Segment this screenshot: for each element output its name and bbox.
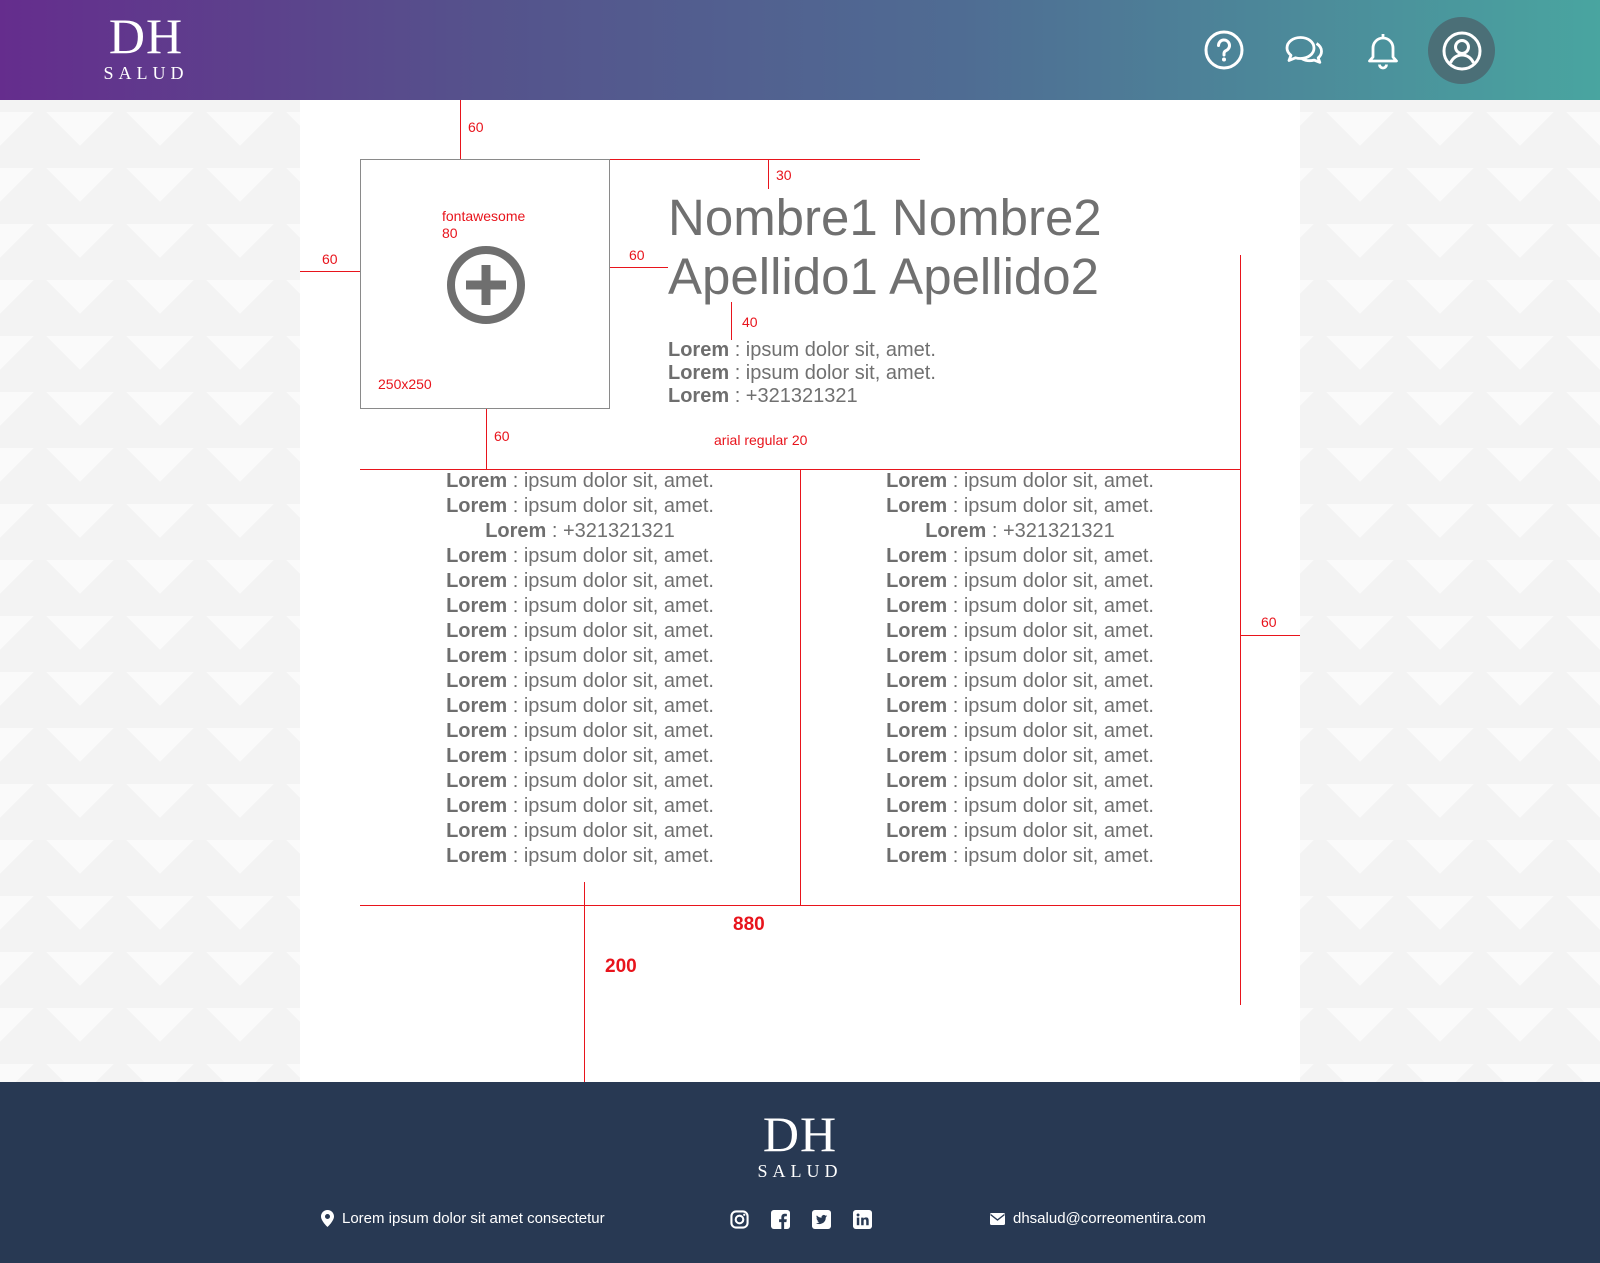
detail-item: Lorem : ipsum dolor sit, amet. [446,470,714,492]
dimension-line [610,267,668,268]
annotation-left-gap: 60 [322,251,338,267]
dimension-line [1240,255,1241,1005]
dimension-line [486,409,487,469]
photo-upload-box[interactable] [360,159,610,409]
footer-email-text[interactable]: dhsalud@correomentira.com [1013,1210,1206,1227]
detail-item: Lorem : ipsum dolor sit, amet. [886,495,1154,517]
detail-item: Lorem : ipsum dolor sit, amet. [886,795,1154,817]
detail-item: Lorem : ipsum dolor sit, amet. [886,720,1154,742]
dimension-line [300,271,360,272]
footer-email[interactable]: dhsalud@correomentira.com [990,1210,1206,1227]
detail-item: Lorem : ipsum dolor sit, amet. [886,670,1154,692]
name-line-first: Nombre1 Nombre2 [668,189,1102,246]
detail-item: Lorem : ipsum dolor sit, amet. [446,495,714,517]
annotation-box-bottom-gap: 60 [494,428,510,444]
bell-icon[interactable] [1361,28,1405,72]
detail-item: Lorem : ipsum dolor sit, amet. [886,470,1154,492]
dimension-line [768,159,769,189]
envelope-icon [990,1212,1005,1225]
footer-address: Lorem ipsum dolor sit amet consectetur [321,1210,605,1227]
detail-item: Lorem : ipsum dolor sit, amet. [446,670,714,692]
chat-icon[interactable] [1282,28,1326,72]
detail-item: Lorem : ipsum dolor sit, amet. [446,595,714,617]
detail-item: Lorem : ipsum dolor sit, amet. [446,720,714,742]
summary-item: Lorem : +321321321 [668,385,858,407]
detail-item: Lorem : ipsum dolor sit, amet. [886,820,1154,842]
detail-item: Lorem : ipsum dolor sit, amet. [446,795,714,817]
detail-item: Lorem : ipsum dolor sit, amet. [886,595,1154,617]
detail-item: Lorem : ipsum dolor sit, amet. [446,570,714,592]
dimension-line [610,159,920,160]
annotation-icon-size: 80 [442,225,458,241]
annotation-title-gap: 30 [776,167,792,183]
profile-name: Nombre1 Nombre2 Apellido1 Apellido2 [668,188,1102,306]
add-photo-icon [447,246,525,324]
detail-item: Lorem : ipsum dolor sit, amet. [886,695,1154,717]
detail-item: Lorem : ipsum dolor sit, amet. [886,745,1154,767]
name-line-last: Apellido1 Apellido2 [668,248,1100,305]
footer-address-text: Lorem ipsum dolor sit amet consectetur [342,1210,605,1227]
detail-item: Lorem : ipsum dolor sit, amet. [886,845,1154,867]
annotation-box-right-gap: 60 [629,247,645,263]
instagram-icon[interactable] [730,1210,749,1229]
detail-item: Lorem : ipsum dolor sit, amet. [886,570,1154,592]
logo-main-text: DH [108,8,184,64]
dh-salud-logo[interactable]: DH SALUD [98,10,194,84]
detail-item: Lorem : ipsum dolor sit, amet. [446,820,714,842]
footer-logo[interactable]: DH SALUD [752,1108,848,1182]
annotation-box-size: 250x250 [378,376,432,392]
detail-item: Lorem : ipsum dolor sit, amet. [886,645,1154,667]
detail-item: Lorem : +321321321 [925,520,1115,542]
footer-logo-main: DH [762,1106,838,1162]
detail-item: Lorem : ipsum dolor sit, amet. [446,545,714,567]
social-links [730,1210,872,1229]
dimension-line [731,302,732,340]
annotation-width: 880 [733,914,765,935]
detail-item: Lorem : ipsum dolor sit, amet. [446,770,714,792]
summary-item: Lorem : ipsum dolor sit, amet. [668,339,936,361]
detail-item: Lorem : ipsum dolor sit, amet. [446,745,714,767]
summary-item: Lorem : ipsum dolor sit, amet. [668,362,936,384]
dimension-line [584,882,585,1082]
annotation-right-gap: 60 [1261,614,1277,630]
annotation-top-gap: 60 [468,119,484,135]
top-navbar: DH SALUD [0,0,1600,100]
detail-column-right: Lorem : ipsum dolor sit, amet. Lorem : i… [800,469,1240,869]
annotation-info-gap: 40 [742,314,758,330]
dimension-line [1240,635,1300,636]
annotation-icon-label: fontawesome [442,208,526,224]
detail-item: Lorem : ipsum dolor sit, amet. [886,620,1154,642]
location-pin-icon [321,1210,334,1227]
twitter-icon[interactable] [812,1210,831,1229]
detail-item: Lorem : ipsum dolor sit, amet. [446,645,714,667]
linkedin-icon[interactable] [853,1210,872,1229]
detail-item: Lorem : ipsum dolor sit, amet. [446,620,714,642]
detail-item: Lorem : ipsum dolor sit, amet. [886,770,1154,792]
profile-summary: Lorem : ipsum dolor sit, amet. Lorem : i… [668,339,936,408]
footer: DH SALUD Lorem ipsum dolor sit amet cons… [0,1082,1600,1263]
annotation-bottom: 200 [605,956,637,977]
help-icon[interactable] [1202,28,1246,72]
facebook-icon[interactable] [771,1210,790,1229]
detail-column-left: Lorem : ipsum dolor sit, amet. Lorem : i… [360,469,800,869]
footer-logo-sub: SALUD [757,1161,843,1181]
dimension-line [460,100,461,159]
logo-sub-text: SALUD [103,63,189,83]
annotation-font-note: arial regular 20 [714,432,808,448]
detail-item: Lorem : ipsum dolor sit, amet. [446,695,714,717]
detail-item: Lorem : ipsum dolor sit, amet. [446,845,714,867]
dimension-line [360,905,1240,906]
detail-item: Lorem : +321321321 [485,520,675,542]
detail-item: Lorem : ipsum dolor sit, amet. [886,545,1154,567]
user-menu-button[interactable] [1428,17,1495,84]
user-icon [1442,31,1481,70]
